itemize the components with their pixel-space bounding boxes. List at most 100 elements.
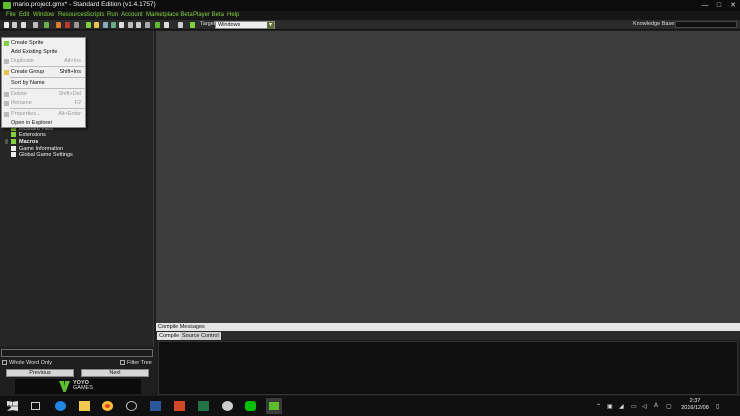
- menu-item-duplicate[interactable]: Duplicate Alt+Ins: [2, 57, 85, 66]
- toolbar: [0, 20, 740, 30]
- tree-item-extensions[interactable]: Extensions: [11, 132, 46, 138]
- line-messenger-icon[interactable]: [245, 401, 256, 411]
- tree-search-input[interactable]: [1, 349, 153, 357]
- menu-player[interactable]: Player Beta: [193, 12, 224, 18]
- knowledge-base-label: Knowledge Base:: [633, 21, 676, 27]
- create-exe-icon[interactable]: [33, 22, 38, 28]
- background-icon[interactable]: [103, 22, 108, 28]
- edge-browser-icon[interactable]: [55, 401, 66, 411]
- tab-source-control[interactable]: Source Control: [180, 332, 221, 340]
- word-icon[interactable]: [150, 401, 161, 411]
- compile-messages-header: Compile Messages: [156, 323, 740, 331]
- volume-icon[interactable]: ◁: [642, 403, 647, 410]
- logo-line2: GAMES: [73, 385, 93, 391]
- compile-output[interactable]: [158, 341, 738, 395]
- sound-icon[interactable]: [94, 22, 99, 28]
- script-icon[interactable]: [119, 22, 124, 28]
- menu-item-create-sprite[interactable]: Create Sprite: [2, 39, 85, 48]
- excel-icon[interactable]: [198, 401, 209, 411]
- next-button[interactable]: Next: [81, 369, 149, 377]
- network-icon[interactable]: ◢: [619, 403, 624, 410]
- compile-tabs: Compile Source Control: [156, 331, 740, 340]
- taskbar: [0, 396, 740, 416]
- tray-chevron-icon[interactable]: ⌃: [596, 403, 601, 410]
- checkbox-icon: [120, 360, 125, 366]
- tray-app-icon[interactable]: ▣: [607, 403, 613, 410]
- tab-compile[interactable]: Compile: [157, 332, 182, 340]
- open-project-icon[interactable]: [12, 22, 17, 28]
- minimize-button[interactable]: —: [698, 0, 712, 11]
- expand-icon[interactable]: [5, 139, 8, 145]
- game-settings-icon[interactable]: [178, 22, 183, 28]
- sprite-icon[interactable]: [86, 22, 91, 28]
- properties-icon: [4, 112, 9, 117]
- action-center-icon[interactable]: ▯: [716, 403, 719, 410]
- document-icon: [11, 146, 16, 152]
- clean-icon[interactable]: [74, 22, 79, 28]
- notification-icon[interactable]: ▢: [666, 403, 672, 410]
- menu-marketplace[interactable]: Marketplace Beta: [146, 12, 193, 18]
- task-view-icon[interactable]: [31, 402, 40, 410]
- workspace-area[interactable]: [156, 31, 740, 323]
- yoyo-games-logo: YOYO GAMES: [15, 379, 141, 394]
- menu-help[interactable]: Help: [227, 12, 239, 18]
- run-icon[interactable]: [44, 22, 49, 28]
- stop-icon[interactable]: [65, 22, 70, 28]
- manual-icon[interactable]: [190, 22, 195, 28]
- menu-scripts[interactable]: Scripts: [86, 12, 104, 18]
- chrome-icon[interactable]: [102, 401, 113, 411]
- powerpoint-icon[interactable]: [174, 401, 185, 411]
- menu-item-add-existing-sprite[interactable]: Add Existing Sprite: [2, 48, 85, 57]
- menu-item-create-group[interactable]: Create Group Shift+Ins: [2, 68, 85, 77]
- folder-icon: [11, 139, 16, 145]
- globe-app-icon[interactable]: [126, 401, 137, 411]
- previous-button[interactable]: Previous: [6, 369, 74, 377]
- new-project-icon[interactable]: [4, 22, 9, 28]
- folder-icon: [11, 132, 16, 138]
- windows-start-icon[interactable]: [7, 401, 18, 411]
- tree-item-macros[interactable]: Macros: [5, 139, 38, 145]
- target-label: Target: [200, 21, 216, 27]
- sprite-icon: [4, 41, 9, 46]
- clock-date: 2016/12/08: [681, 405, 709, 411]
- gamemaker-icon: [269, 402, 279, 410]
- path-icon[interactable]: [111, 22, 116, 28]
- search-options: Whole Word Only Filter Tree: [2, 360, 154, 368]
- target-select[interactable]: Windows ▼: [215, 20, 275, 29]
- timeline-icon[interactable]: [145, 22, 150, 28]
- menu-window[interactable]: Window: [33, 12, 54, 18]
- tree-item-global-game-settings[interactable]: Global Game Settings: [11, 152, 73, 158]
- menu-item-rename[interactable]: Rename F2: [2, 99, 85, 108]
- filter-tree-checkbox[interactable]: Filter Tree: [120, 360, 152, 366]
- debug-icon[interactable]: [56, 22, 61, 28]
- menu-account[interactable]: Account: [121, 12, 143, 18]
- menu-item-properties[interactable]: Properties... Alt+Enter: [2, 110, 85, 119]
- menu-separator: [10, 88, 85, 89]
- menu-item-open-in-explorer[interactable]: Open in Explorer: [2, 119, 85, 128]
- menu-item-delete[interactable]: Delete Shift+Del: [2, 90, 85, 99]
- font-icon[interactable]: [136, 22, 141, 28]
- menu-edit[interactable]: Edit: [19, 12, 29, 18]
- shader-icon[interactable]: [128, 22, 133, 28]
- object-icon[interactable]: [155, 22, 160, 28]
- app-icon[interactable]: [222, 401, 233, 411]
- menu-file[interactable]: File: [6, 12, 16, 18]
- save-icon[interactable]: [21, 22, 26, 28]
- knowledge-base-input[interactable]: [675, 21, 737, 28]
- ime-indicator[interactable]: A: [654, 403, 658, 409]
- target-value: Windows: [218, 21, 241, 28]
- menu-run[interactable]: Run: [107, 12, 118, 18]
- clock[interactable]: 2:37 2016/12/08: [680, 398, 710, 412]
- room-icon[interactable]: [164, 22, 169, 28]
- menu-bar: File Edit Window Resources Scripts Run A…: [0, 11, 740, 20]
- file-explorer-icon[interactable]: [79, 401, 90, 411]
- chevron-down-icon[interactable]: ▼: [267, 21, 274, 29]
- gamemaker-logo-icon: [3, 2, 11, 9]
- battery-icon[interactable]: ▭: [631, 403, 637, 410]
- whole-word-checkbox[interactable]: Whole Word Only: [2, 360, 52, 366]
- maximize-button[interactable]: □: [712, 0, 726, 11]
- menu-item-sort-by-name[interactable]: Sort by Name: [2, 79, 85, 88]
- menu-resources[interactable]: Resources: [58, 12, 87, 18]
- close-button[interactable]: ✕: [726, 0, 740, 11]
- menu-separator: [10, 66, 85, 67]
